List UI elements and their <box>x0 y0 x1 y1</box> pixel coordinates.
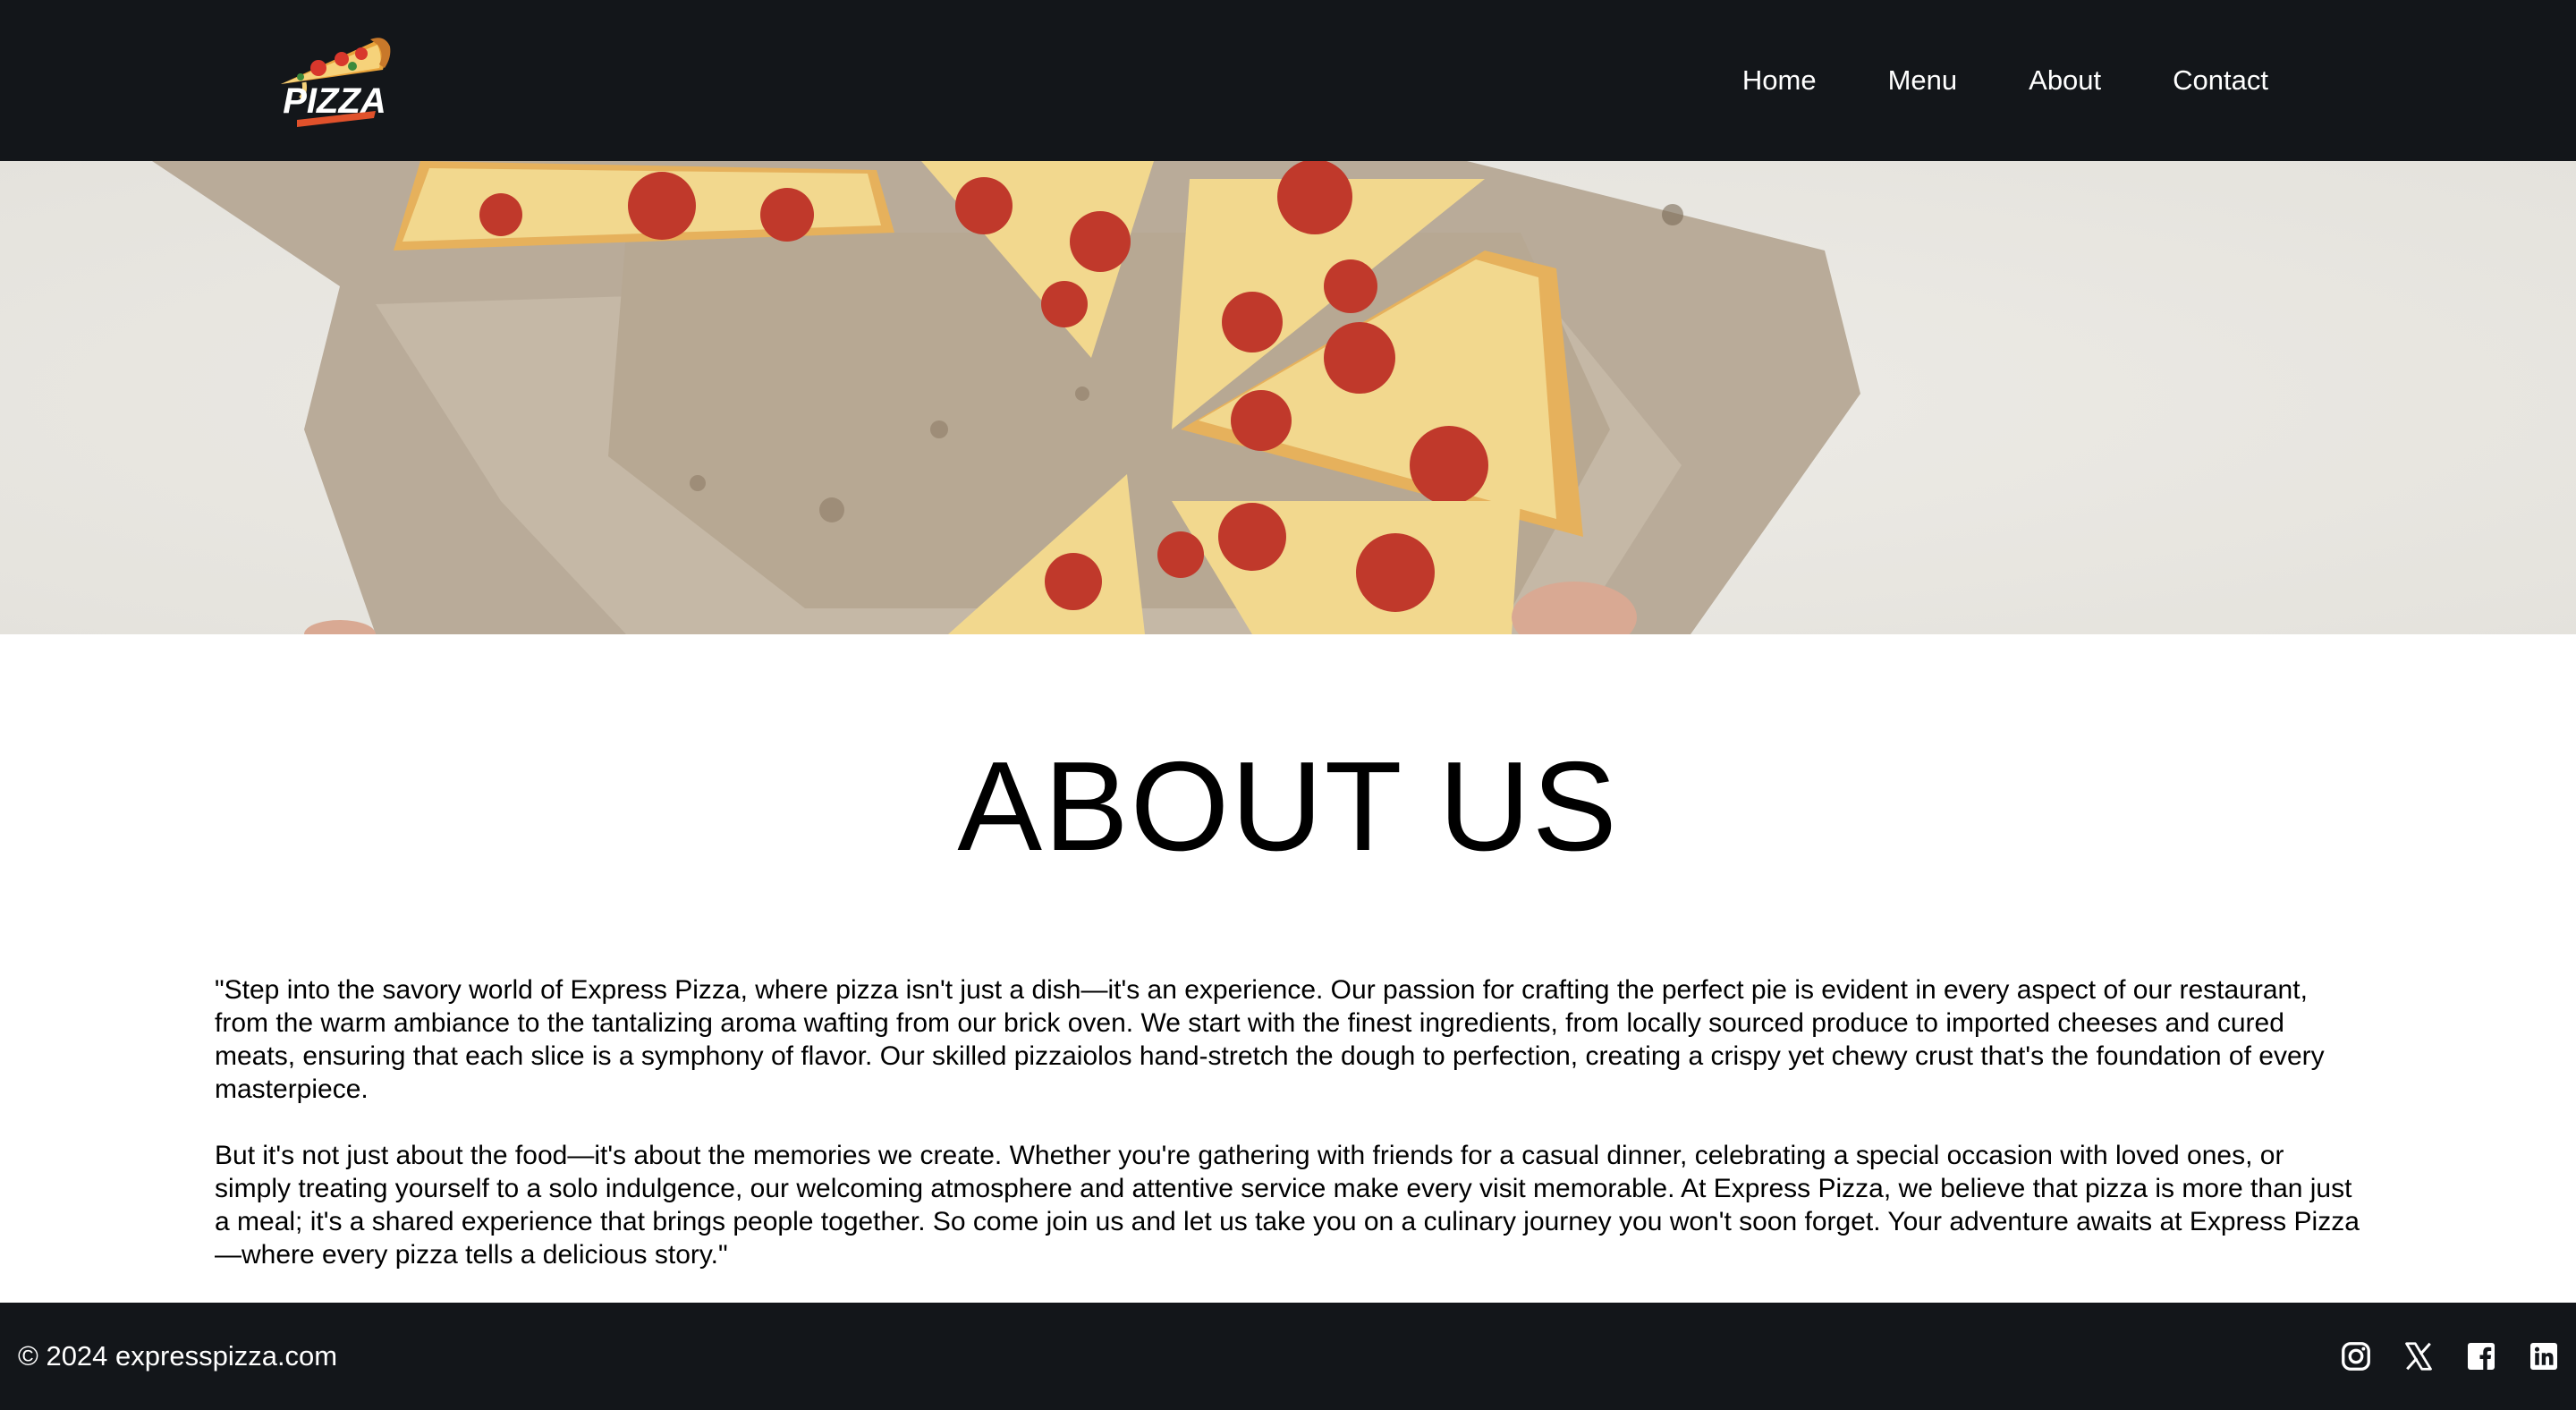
main-nav: Home Menu About Contact <box>1671 0 2268 161</box>
nav-about[interactable]: About <box>2029 64 2101 97</box>
linkedin-icon[interactable] <box>2528 1340 2560 1372</box>
site-footer: © 2024 expresspizza.com <box>0 1303 2576 1410</box>
about-text: "Step into the savory world of Express P… <box>215 973 2361 1304</box>
pizza-photo <box>0 161 2576 634</box>
page-title: ABOUT US <box>957 735 1619 878</box>
nav-contact[interactable]: Contact <box>2173 64 2268 97</box>
copyright-text: © 2024 expresspizza.com <box>18 1340 338 1372</box>
about-paragraph-1: "Step into the savory world of Express P… <box>215 975 2325 1104</box>
site-header: PIZZA Home Menu About Contact <box>0 0 2576 161</box>
instagram-icon[interactable] <box>2340 1340 2372 1372</box>
x-icon[interactable] <box>2402 1340 2435 1372</box>
about-paragraph-2: But it's not just about the food—it's ab… <box>215 1141 2360 1270</box>
nav-home[interactable]: Home <box>1742 64 1817 97</box>
hero-image <box>0 161 2576 634</box>
pizza-logo[interactable]: PIZZA <box>265 27 397 132</box>
facebook-icon[interactable] <box>2465 1340 2497 1372</box>
social-links <box>2309 1303 2560 1410</box>
nav-menu[interactable]: Menu <box>1888 64 1958 97</box>
